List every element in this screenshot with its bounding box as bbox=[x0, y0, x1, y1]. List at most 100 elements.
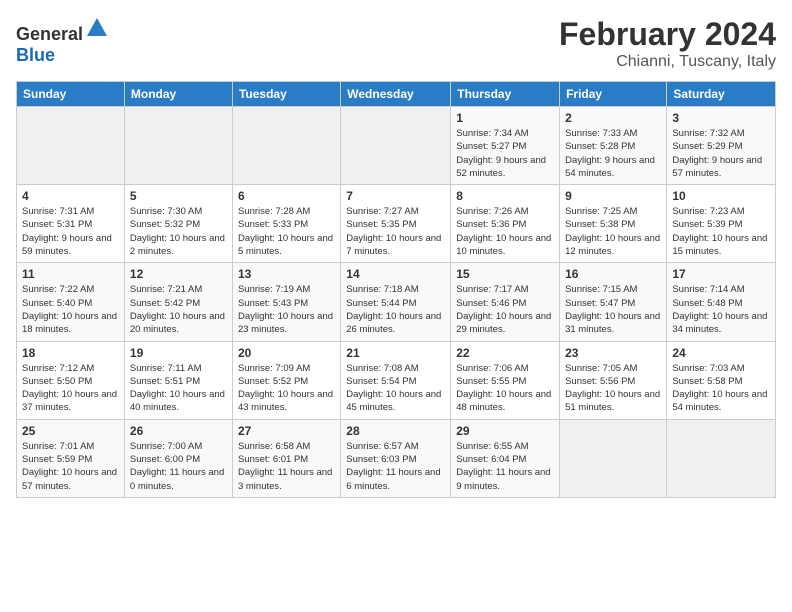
day-number: 16 bbox=[565, 267, 661, 281]
day-info: Sunrise: 7:18 AM Sunset: 5:44 PM Dayligh… bbox=[346, 283, 445, 336]
calendar-cell: 12Sunrise: 7:21 AM Sunset: 5:42 PM Dayli… bbox=[124, 263, 232, 341]
title-area: February 2024 Chianni, Tuscany, Italy bbox=[559, 16, 776, 71]
location-title: Chianni, Tuscany, Italy bbox=[559, 53, 776, 71]
day-info: Sunrise: 7:23 AM Sunset: 5:39 PM Dayligh… bbox=[672, 205, 770, 258]
calendar-cell: 29Sunrise: 6:55 AM Sunset: 6:04 PM Dayli… bbox=[451, 419, 560, 497]
calendar-cell bbox=[124, 107, 232, 185]
day-number: 29 bbox=[456, 424, 554, 438]
calendar-cell: 8Sunrise: 7:26 AM Sunset: 5:36 PM Daylig… bbox=[451, 185, 560, 263]
calendar-cell: 16Sunrise: 7:15 AM Sunset: 5:47 PM Dayli… bbox=[560, 263, 667, 341]
calendar-week-4: 18Sunrise: 7:12 AM Sunset: 5:50 PM Dayli… bbox=[17, 341, 776, 419]
day-number: 7 bbox=[346, 189, 445, 203]
day-info: Sunrise: 7:21 AM Sunset: 5:42 PM Dayligh… bbox=[130, 283, 227, 336]
day-info: Sunrise: 7:19 AM Sunset: 5:43 PM Dayligh… bbox=[238, 283, 335, 336]
weekday-header-thursday: Thursday bbox=[451, 82, 560, 107]
day-info: Sunrise: 7:30 AM Sunset: 5:32 PM Dayligh… bbox=[130, 205, 227, 258]
calendar-cell bbox=[341, 107, 451, 185]
calendar-cell: 1Sunrise: 7:34 AM Sunset: 5:27 PM Daylig… bbox=[451, 107, 560, 185]
day-number: 18 bbox=[22, 346, 119, 360]
calendar-cell: 26Sunrise: 7:00 AM Sunset: 6:00 PM Dayli… bbox=[124, 419, 232, 497]
calendar-cell: 27Sunrise: 6:58 AM Sunset: 6:01 PM Dayli… bbox=[232, 419, 340, 497]
logo-text: General Blue bbox=[16, 16, 109, 66]
page-header: General Blue February 2024 Chianni, Tusc… bbox=[16, 16, 776, 71]
calendar-cell: 4 Sunrise: 7:31 AM Sunset: 5:31 PM Daylig… bbox=[17, 185, 125, 263]
calendar-cell: 25 Sunrise: 7:01 AM Sunset: 5:59 PM Dayli… bbox=[17, 419, 125, 497]
day-number: 5 bbox=[130, 189, 227, 203]
day-info: Sunrise: 7:05 AM Sunset: 5:56 PM Dayligh… bbox=[565, 362, 661, 415]
day-info: Sunrise: 7:11 AM Sunset: 5:51 PM Dayligh… bbox=[130, 362, 227, 415]
day-info: Sunrise: 7:33 AM Sunset: 5:28 PM Dayligh… bbox=[565, 127, 661, 180]
logo: General Blue bbox=[16, 16, 109, 66]
calendar-cell bbox=[17, 107, 125, 185]
calendar-cell: 5 Sunrise: 7:30 AM Sunset: 5:32 PM Daylig… bbox=[124, 185, 232, 263]
day-number: 10 bbox=[672, 189, 770, 203]
logo-general: General bbox=[16, 24, 83, 44]
calendar-cell: 9Sunrise: 7:25 AM Sunset: 5:38 PM Daylig… bbox=[560, 185, 667, 263]
calendar-cell: 21Sunrise: 7:08 AM Sunset: 5:54 PM Dayli… bbox=[341, 341, 451, 419]
day-info: Sunrise: 7:17 AM Sunset: 5:46 PM Dayligh… bbox=[456, 283, 554, 336]
calendar-cell bbox=[667, 419, 776, 497]
calendar-header-row: SundayMondayTuesdayWednesdayThursdayFrid… bbox=[17, 82, 776, 107]
day-number: 6 bbox=[238, 189, 335, 203]
day-info: Sunrise: 7:09 AM Sunset: 5:52 PM Dayligh… bbox=[238, 362, 335, 415]
weekday-header-monday: Monday bbox=[124, 82, 232, 107]
calendar-week-2: 4 Sunrise: 7:31 AM Sunset: 5:31 PM Daylig… bbox=[17, 185, 776, 263]
calendar-week-3: 11Sunrise: 7:22 AM Sunset: 5:40 PM Dayli… bbox=[17, 263, 776, 341]
weekday-header-tuesday: Tuesday bbox=[232, 82, 340, 107]
day-number: 28 bbox=[346, 424, 445, 438]
weekday-header-sunday: Sunday bbox=[17, 82, 125, 107]
calendar-cell: 2 Sunrise: 7:33 AM Sunset: 5:28 PM Daylig… bbox=[560, 107, 667, 185]
day-info: Sunrise: 7:25 AM Sunset: 5:38 PM Dayligh… bbox=[565, 205, 661, 258]
calendar-cell: 20 Sunrise: 7:09 AM Sunset: 5:52 PM Dayli… bbox=[232, 341, 340, 419]
day-info: Sunrise: 7:28 AM Sunset: 5:33 PM Dayligh… bbox=[238, 205, 335, 258]
day-number: 19 bbox=[130, 346, 227, 360]
day-number: 4 bbox=[22, 189, 119, 203]
calendar-week-5: 25 Sunrise: 7:01 AM Sunset: 5:59 PM Dayli… bbox=[17, 419, 776, 497]
day-number: 15 bbox=[456, 267, 554, 281]
calendar-week-1: 1Sunrise: 7:34 AM Sunset: 5:27 PM Daylig… bbox=[17, 107, 776, 185]
day-number: 25 bbox=[22, 424, 119, 438]
logo-blue: Blue bbox=[16, 45, 55, 65]
day-info: Sunrise: 6:57 AM Sunset: 6:03 PM Dayligh… bbox=[346, 440, 445, 493]
day-number: 1 bbox=[456, 111, 554, 125]
calendar-cell: 18Sunrise: 7:12 AM Sunset: 5:50 PM Dayli… bbox=[17, 341, 125, 419]
calendar-cell: 24 Sunrise: 7:03 AM Sunset: 5:58 PM Dayli… bbox=[667, 341, 776, 419]
day-number: 8 bbox=[456, 189, 554, 203]
day-info: Sunrise: 7:06 AM Sunset: 5:55 PM Dayligh… bbox=[456, 362, 554, 415]
calendar-cell: 17 Sunrise: 7:14 AM Sunset: 5:48 PM Dayli… bbox=[667, 263, 776, 341]
day-info: Sunrise: 7:14 AM Sunset: 5:48 PM Dayligh… bbox=[672, 283, 770, 336]
day-info: Sunrise: 7:22 AM Sunset: 5:40 PM Dayligh… bbox=[22, 283, 119, 336]
calendar-cell: 15 Sunrise: 7:17 AM Sunset: 5:46 PM Dayli… bbox=[451, 263, 560, 341]
day-info: Sunrise: 7:31 AM Sunset: 5:31 PM Dayligh… bbox=[22, 205, 119, 258]
day-info: Sunrise: 7:03 AM Sunset: 5:58 PM Dayligh… bbox=[672, 362, 770, 415]
day-number: 14 bbox=[346, 267, 445, 281]
day-info: Sunrise: 7:32 AM Sunset: 5:29 PM Dayligh… bbox=[672, 127, 770, 180]
day-number: 20 bbox=[238, 346, 335, 360]
calendar-cell: 22 Sunrise: 7:06 AM Sunset: 5:55 PM Dayli… bbox=[451, 341, 560, 419]
day-number: 21 bbox=[346, 346, 445, 360]
calendar-cell: 19 Sunrise: 7:11 AM Sunset: 5:51 PM Dayli… bbox=[124, 341, 232, 419]
calendar-cell: 11Sunrise: 7:22 AM Sunset: 5:40 PM Dayli… bbox=[17, 263, 125, 341]
calendar-cell: 23Sunrise: 7:05 AM Sunset: 5:56 PM Dayli… bbox=[560, 341, 667, 419]
day-number: 27 bbox=[238, 424, 335, 438]
weekday-header-wednesday: Wednesday bbox=[341, 82, 451, 107]
day-number: 26 bbox=[130, 424, 227, 438]
calendar-cell: 14 Sunrise: 7:18 AM Sunset: 5:44 PM Dayli… bbox=[341, 263, 451, 341]
weekday-header-saturday: Saturday bbox=[667, 82, 776, 107]
day-number: 22 bbox=[456, 346, 554, 360]
calendar-table: SundayMondayTuesdayWednesdayThursdayFrid… bbox=[16, 81, 776, 498]
day-number: 17 bbox=[672, 267, 770, 281]
calendar-cell: 3Sunrise: 7:32 AM Sunset: 5:29 PM Daylig… bbox=[667, 107, 776, 185]
day-info: Sunrise: 7:27 AM Sunset: 5:35 PM Dayligh… bbox=[346, 205, 445, 258]
calendar-cell bbox=[232, 107, 340, 185]
weekday-header-friday: Friday bbox=[560, 82, 667, 107]
month-title: February 2024 bbox=[559, 16, 776, 53]
calendar-cell: 28 Sunrise: 6:57 AM Sunset: 6:03 PM Dayli… bbox=[341, 419, 451, 497]
day-number: 24 bbox=[672, 346, 770, 360]
logo-icon bbox=[85, 16, 109, 40]
day-info: Sunrise: 7:01 AM Sunset: 5:59 PM Dayligh… bbox=[22, 440, 119, 493]
day-number: 2 bbox=[565, 111, 661, 125]
calendar-cell: 10 Sunrise: 7:23 AM Sunset: 5:39 PM Dayli… bbox=[667, 185, 776, 263]
calendar-cell: 6 Sunrise: 7:28 AM Sunset: 5:33 PM Daylig… bbox=[232, 185, 340, 263]
calendar-cell bbox=[560, 419, 667, 497]
